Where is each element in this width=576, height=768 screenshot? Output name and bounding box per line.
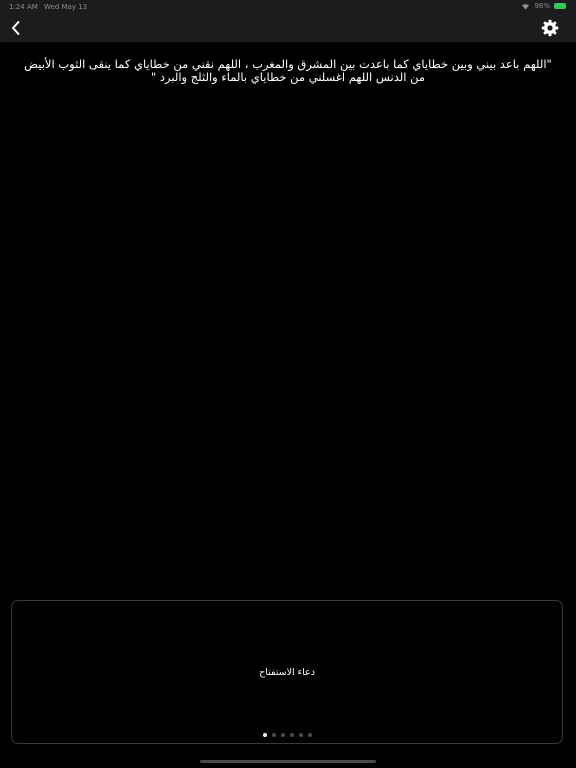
gear-icon: [541, 19, 559, 37]
card-title: دعاء الاستفتاح: [259, 667, 315, 678]
back-button[interactable]: [4, 16, 28, 40]
page-dot[interactable]: [307, 733, 312, 737]
page-dot[interactable]: [262, 733, 267, 737]
dua-text: "اللهم باعد بيني وبين خطاياي كما باعدت ب…: [24, 57, 552, 84]
status-time: 1:24 AM Wed May 13: [9, 3, 87, 11]
dua-card[interactable]: دعاء الاستفتاح: [11, 600, 563, 744]
page-indicator[interactable]: [12, 733, 562, 737]
wifi-icon: [522, 3, 530, 9]
settings-button[interactable]: [540, 18, 560, 38]
page-dot[interactable]: [298, 733, 303, 737]
chevron-left-icon: [12, 21, 20, 35]
page-dot[interactable]: [271, 733, 276, 737]
battery-icon: [554, 3, 566, 9]
status-bar: 1:24 AM Wed May 13 98%: [0, 0, 576, 14]
home-indicator[interactable]: [200, 760, 376, 763]
page-dot[interactable]: [280, 733, 285, 737]
page-dot[interactable]: [289, 733, 294, 737]
nav-bar: [0, 14, 576, 42]
status-date-text: Wed May 13: [44, 3, 88, 11]
battery-percent: 98%: [534, 2, 550, 10]
status-time-text: 1:24 AM: [9, 3, 38, 11]
status-right: 98%: [521, 2, 566, 10]
